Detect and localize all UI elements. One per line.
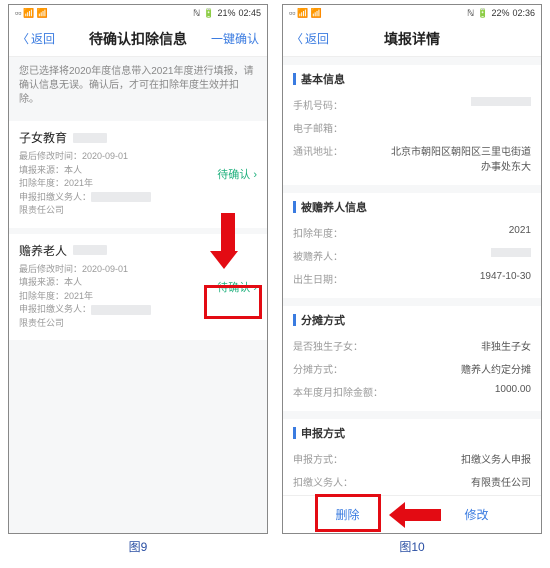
value-year: 2021: [509, 225, 531, 240]
label-email: 电子邮箱：: [293, 120, 343, 135]
section-dependent-info: 被赡养人信息 扣除年度： 2021 被赡养人： 出生日期： 1947-10-30: [283, 193, 541, 298]
page-title: 待确认扣除信息: [89, 29, 187, 49]
annotation-arrow-left-icon: [389, 502, 441, 528]
clock: 02:36: [512, 8, 535, 18]
redacted-icon: [471, 97, 531, 106]
redacted-icon: [91, 305, 151, 315]
section-title: 分摊方式: [301, 312, 345, 328]
section-basic-info: 基本信息 手机号码： 电子邮箱： 通讯地址： 北京市朝阳区朝阳区三里屯街道办事处东…: [283, 65, 541, 185]
footer-actions: 删除 修改: [283, 495, 541, 533]
nfc-icon: ℕ: [467, 8, 474, 19]
section-allocation: 分摊方式 是否独生子女： 非独生子女 分摊方式： 赡养人约定分摊 本年度月扣除金额：…: [283, 306, 541, 411]
nfc-icon: ℕ: [193, 8, 200, 19]
value-address: 北京市朝阳区朝阳区三里屯街道办事处东大: [391, 143, 531, 173]
label-amount: 本年度月扣除金额：: [293, 384, 383, 399]
redacted-icon: [73, 245, 107, 255]
label-only-child: 是否独生子女：: [293, 338, 363, 353]
back-label: 返回: [305, 30, 329, 47]
nav-bar: 〈 返回 填报详情: [283, 21, 541, 57]
redacted-icon: [73, 133, 107, 143]
meta-line: 限责任公司: [19, 317, 257, 331]
info-hint: 您已选择将2020年度信息带入2021年度进行填报，请确认信息无误。确认后，才可…: [9, 57, 267, 115]
battery-pct: 22%: [491, 8, 509, 18]
section-title: 基本信息: [301, 71, 345, 87]
page-title: 填报详情: [384, 29, 440, 49]
status-pending: 待确认 ›: [217, 166, 257, 182]
meta-line: 申报扣缴义务人：: [19, 304, 91, 314]
label-dob: 出生日期：: [293, 271, 343, 286]
phone-right: ▫▫📶📶 ℕ 🔋 22% 02:36 〈 返回 填报详情 基本信息: [282, 4, 542, 534]
label-address: 通讯地址：: [293, 143, 343, 173]
label-declare-way: 申报方式：: [293, 451, 343, 466]
card-title: 赡养老人: [19, 242, 67, 259]
value-share-mode: 赡养人约定分摊: [461, 361, 531, 376]
battery-pct: 21%: [217, 8, 235, 18]
annotation-arrow-down-icon: [217, 213, 238, 269]
value-only-child: 非独生子女: [481, 338, 531, 353]
section-declaration: 申报方式 申报方式： 扣缴义务人申报 扣缴义务人： 有限责任公司: [283, 419, 541, 495]
section-title: 申报方式: [301, 425, 345, 441]
clock: 02:45: [238, 8, 261, 18]
label-dependent: 被赡养人：: [293, 248, 343, 263]
status-bar: ▫▫📶📶 ℕ 🔋 22% 02:36: [283, 5, 541, 21]
value-dob: 1947-10-30: [480, 271, 531, 286]
phone-left: ▫▫📶📶 ℕ 🔋 21% 02:45 〈 返回 待确认扣除信息 一键确认 您已选…: [8, 4, 268, 534]
deduction-card-children-edu[interactable]: 子女教育 最后修改时间：2020-09-01 填报来源：本人 扣除年度：2021…: [9, 121, 267, 228]
status-pending: 待确认 ›: [217, 279, 257, 295]
status-bar: ▫▫📶📶 ℕ 🔋 21% 02:45: [9, 5, 267, 21]
back-button[interactable]: 〈 返回: [17, 30, 55, 47]
label-phone: 手机号码：: [293, 97, 343, 112]
confirm-all-button[interactable]: 一键确认: [211, 30, 259, 47]
chevron-left-icon: 〈: [291, 30, 303, 47]
label-share-mode: 分摊方式：: [293, 361, 343, 376]
meta-line: 申报扣缴义务人：: [19, 192, 91, 202]
value-amount: 1000.00: [495, 384, 531, 399]
section-title: 被赡养人信息: [301, 199, 367, 215]
meta-line: 最后修改时间：2020-09-01: [19, 150, 257, 164]
figure-caption: 图9: [129, 538, 148, 555]
redacted-icon: [91, 192, 151, 202]
label-agent: 扣缴义务人：: [293, 474, 353, 489]
figure-caption: 图10: [399, 538, 424, 555]
value-agent: 有限责任公司: [471, 474, 531, 489]
back-button[interactable]: 〈 返回: [291, 30, 329, 47]
back-label: 返回: [31, 30, 55, 47]
value-declare-way: 扣缴义务人申报: [461, 451, 531, 466]
label-year: 扣除年度：: [293, 225, 343, 240]
card-title: 子女教育: [19, 129, 67, 146]
nav-bar: 〈 返回 待确认扣除信息 一键确认: [9, 21, 267, 57]
chevron-left-icon: 〈: [17, 30, 29, 47]
redacted-icon: [491, 248, 531, 257]
